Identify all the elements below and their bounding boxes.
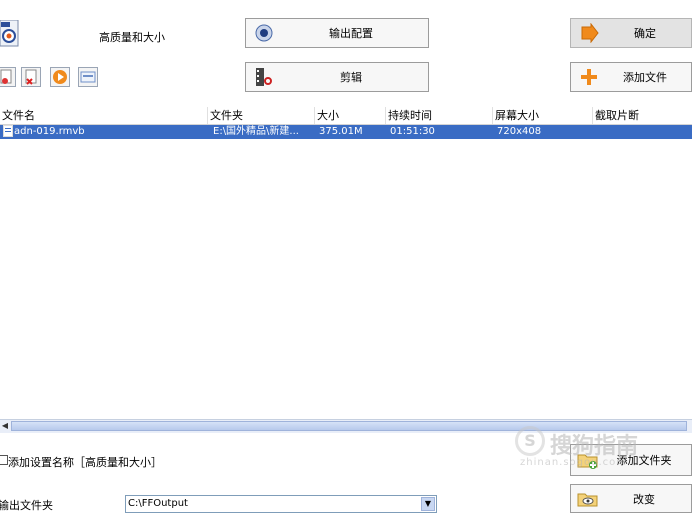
folder-eye-icon	[577, 489, 598, 509]
change-button[interactable]: 改变	[570, 484, 692, 513]
column-header[interactable]: 屏幕大小	[493, 107, 593, 124]
confirm-label: 确定	[634, 27, 656, 40]
cell-duration: 01:51:30	[390, 126, 435, 137]
column-header[interactable]: 截取片断	[593, 107, 692, 124]
profile-label: 高质量和大小	[99, 31, 165, 44]
watermark-logo-icon: S	[515, 426, 545, 456]
add-file-label: 添加文件	[623, 71, 667, 84]
column-header[interactable]: 持续时间	[386, 107, 493, 124]
watermark-brand: 搜狗指南	[550, 434, 639, 459]
add-setting-name-label: 添加设置名称［高质量和大小］	[8, 456, 162, 469]
play-icon[interactable]	[50, 67, 70, 87]
column-header[interactable]: 文件夹	[208, 107, 315, 124]
watermark-url: zhinan.sogou.com	[520, 457, 628, 468]
confirm-button[interactable]: 确定	[570, 18, 692, 48]
add-setting-name-checkbox[interactable]	[0, 455, 8, 465]
change-label: 改变	[633, 492, 655, 506]
cut-button[interactable]: 剪辑	[245, 62, 429, 92]
app-logo-icon	[0, 19, 20, 48]
info-panel-icon[interactable]	[78, 67, 98, 87]
remove-file-icon[interactable]	[21, 67, 41, 87]
cell-filename: adn-019.rmvb	[14, 126, 85, 137]
chevron-down-icon[interactable]: ▼	[421, 497, 435, 511]
add-file-button[interactable]: 添加文件	[570, 62, 692, 92]
output-folder-label: 输出文件夹	[0, 499, 53, 512]
film-scissors-icon	[254, 67, 274, 87]
scroll-left-icon[interactable]: ◀	[0, 421, 10, 431]
file-table: 文件名 文件夹 大小 持续时间 屏幕大小 截取片断 adn-019.rmvb E…	[0, 107, 692, 417]
plus-icon	[579, 67, 599, 87]
gear-icon	[254, 23, 274, 43]
cell-size: 375.01M	[319, 126, 363, 137]
output-folder-value: C:\FFOutput	[128, 498, 188, 509]
column-header[interactable]: 大小	[315, 107, 386, 124]
column-header[interactable]: 文件名	[0, 107, 208, 124]
output-config-label: 输出配置	[329, 27, 373, 40]
table-row[interactable]: adn-019.rmvb E:\国外精品\新建... 375.01M 01:51…	[0, 125, 692, 139]
cell-folder: E:\国外精品\新建...	[213, 126, 299, 137]
cell-clip	[595, 125, 692, 139]
add-doc-icon[interactable]	[0, 67, 16, 87]
cut-label: 剪辑	[340, 71, 362, 84]
table-header: 文件名 文件夹 大小 持续时间 屏幕大小 截取片断	[0, 107, 692, 125]
arrow-right-icon	[579, 22, 599, 44]
output-folder-select[interactable]: C:\FFOutput ▼	[125, 495, 437, 513]
cell-screen-size: 720x408	[497, 126, 542, 137]
output-config-button[interactable]: 输出配置	[245, 18, 429, 48]
